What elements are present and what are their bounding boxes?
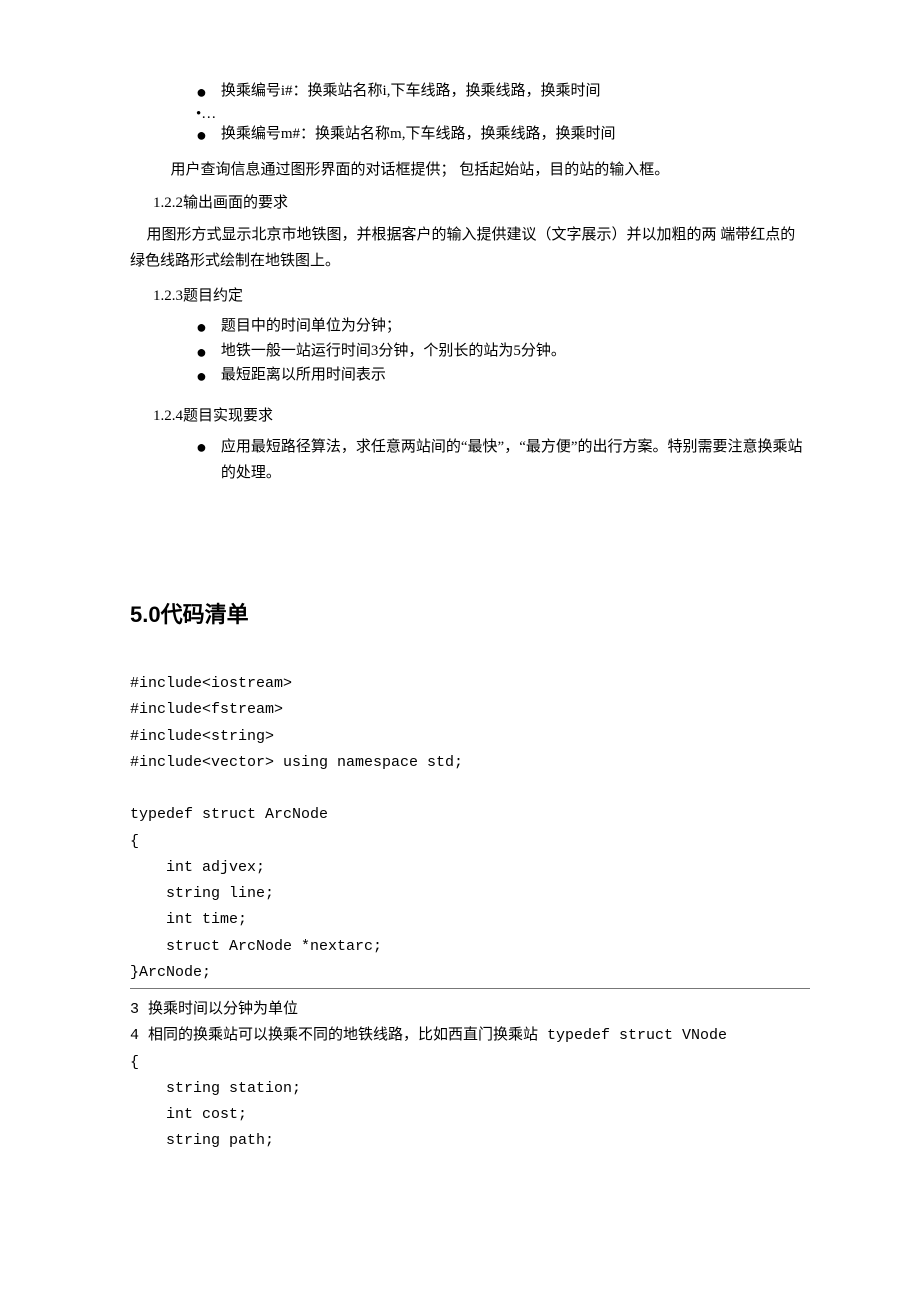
bullet-text: 换乘编号m#：换乘站名称m,下车线路，换乘线路，换乘时间 [221,123,616,146]
bullet-icon: ● [196,83,207,101]
bullet-icon: ● [196,318,207,336]
footnote-block: 3 换乘时间以分钟为单位 4 相同的换乘站可以换乘不同的地铁线路，比如西直门换乘… [130,997,810,1155]
section-124-bullets: ● 应用最短路径算法，求任意两站间的“最快”，“最方便”的出行方案。特别需要注意… [130,435,810,486]
heading-code-listing: 5.0代码清单 [130,598,810,631]
bullet-icon: ● [196,438,207,456]
code-block-main: #include<iostream> #include<fstream> #in… [130,671,810,986]
ellipsis-row: •… [130,105,810,123]
transfer-bullet-list: ● 换乘编号i#：换乘站名称i,下车线路，换乘线路，换乘时间 [130,80,810,103]
list-item: ● 最短距离以所用时间表示 [130,364,810,387]
section-124-title: 1.2.4题目实现要求 [153,405,810,428]
section-122-title: 1.2.2输出画面的要求 [153,192,810,215]
list-item: ● 地铁一般一站运行时间3分钟，个别长的站为5分钟。 [130,340,810,363]
list-item: ● 应用最短路径算法，求任意两站间的“最快”，“最方便”的出行方案。特别需要注意… [130,435,810,486]
paragraph-user-query: 用户查询信息通过图形界面的对话框提供； 包括起始站，目的站的输入框。 [130,159,810,182]
bullet-icon: ● [196,367,207,385]
bullet-text: 最短距离以所用时间表示 [221,364,386,387]
transfer-bullet-list-2: ● 换乘编号m#：换乘站名称m,下车线路，换乘线路，换乘时间 [130,123,810,146]
section-122-body: 用图形方式显示北京市地铁图，并根据客户的输入提供建议（文字展示）并以加粗的两 端… [130,222,810,275]
footnote-separator [130,988,810,989]
document-page: ● 换乘编号i#：换乘站名称i,下车线路，换乘线路，换乘时间 •… ● 换乘编号… [0,0,920,1302]
list-item: ● 题目中的时间单位为分钟； [130,315,810,338]
bullet-icon: ● [196,126,207,144]
bullet-text: 题目中的时间单位为分钟； [221,315,401,338]
section-123-title: 1.2.3题目约定 [153,285,810,308]
list-item: ● 换乘编号i#：换乘站名称i,下车线路，换乘线路，换乘时间 [130,80,810,103]
section-123-bullets: ● 题目中的时间单位为分钟； ● 地铁一般一站运行时间3分钟，个别长的站为5分钟… [130,315,810,387]
list-item: ● 换乘编号m#：换乘站名称m,下车线路，换乘线路，换乘时间 [130,123,810,146]
bullet-icon: ● [196,343,207,361]
bullet-text: 应用最短路径算法，求任意两站间的“最快”，“最方便”的出行方案。特别需要注意换乘… [221,435,810,486]
bullet-text: 地铁一般一站运行时间3分钟，个别长的站为5分钟。 [221,340,566,363]
bullet-text: 换乘编号i#：换乘站名称i,下车线路，换乘线路，换乘时间 [221,80,601,103]
